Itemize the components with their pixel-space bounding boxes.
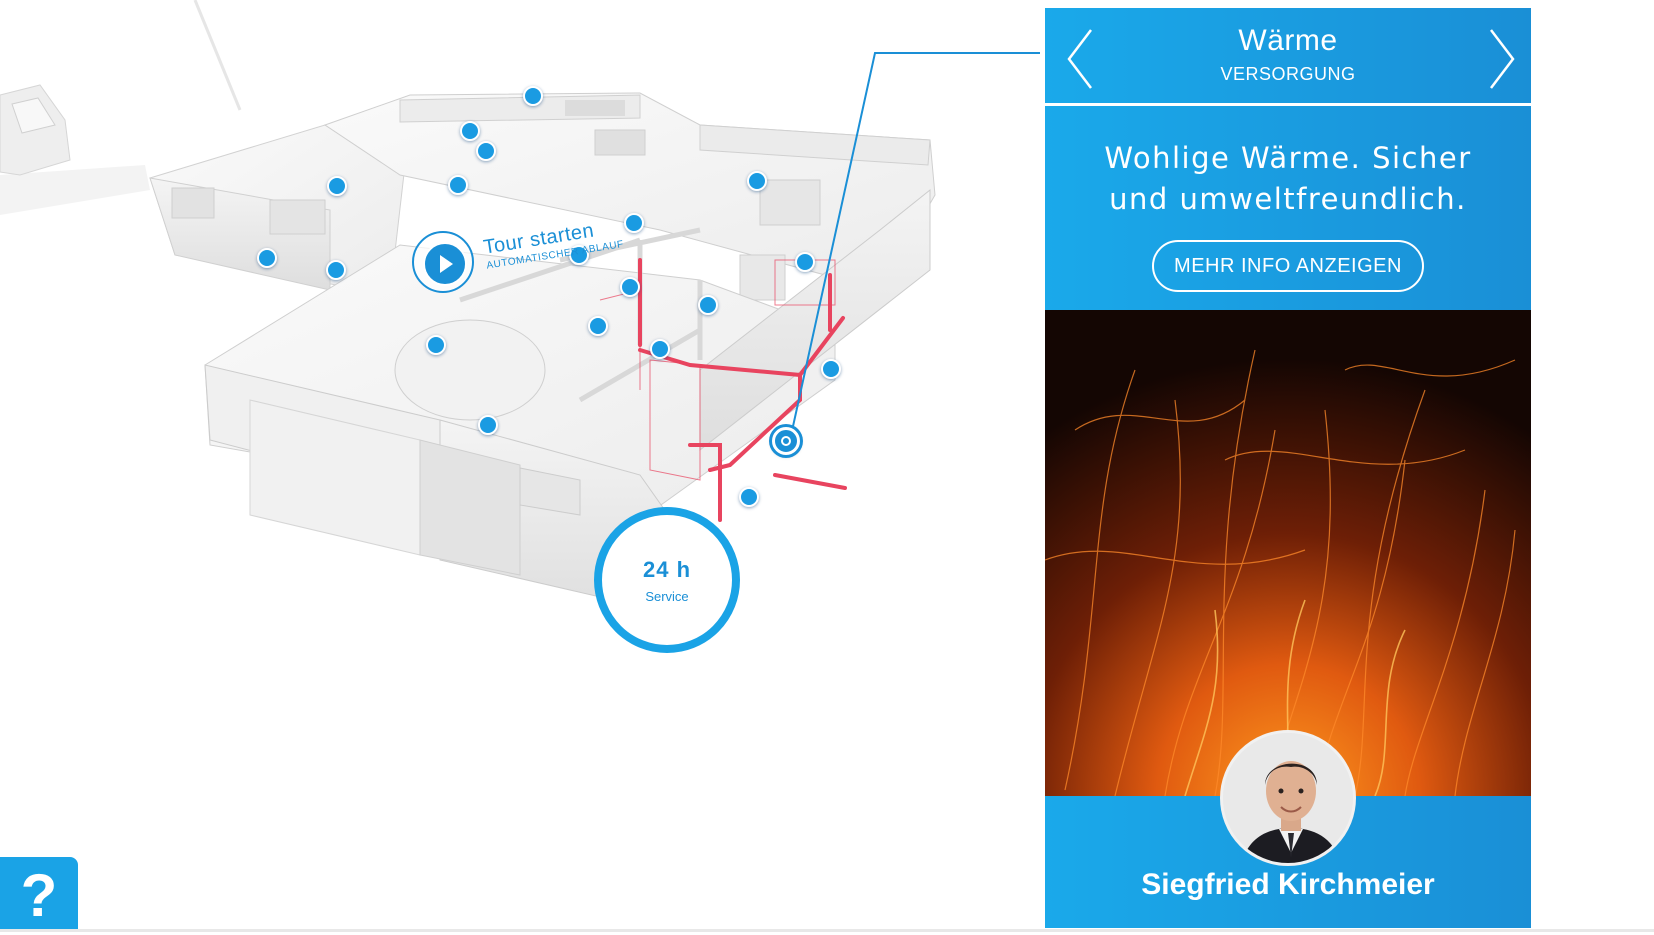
hotspot-icon[interactable] bbox=[426, 335, 446, 355]
help-button[interactable]: ? bbox=[0, 857, 78, 932]
hotspot-icon[interactable] bbox=[478, 415, 498, 435]
play-icon bbox=[440, 255, 453, 273]
contact-name: Siegfried Kirchmeier bbox=[1141, 868, 1435, 901]
question-icon: ? bbox=[20, 862, 58, 929]
hotspot-icon[interactable] bbox=[747, 171, 767, 191]
service-24h-button[interactable]: 24 h Service bbox=[594, 507, 740, 653]
tagline-line-2: und umweltfreundlich. bbox=[1109, 182, 1467, 216]
panel-header: Wärme VERSORGUNG bbox=[1045, 8, 1531, 106]
hotspot-icon[interactable] bbox=[448, 175, 468, 195]
service-label: Service bbox=[645, 589, 689, 604]
hotspot-icon[interactable] bbox=[523, 86, 543, 106]
chevron-left-icon bbox=[1067, 29, 1092, 89]
hotspot-icon[interactable] bbox=[460, 121, 480, 141]
hotspot-active-icon[interactable] bbox=[772, 427, 800, 455]
house-floorplan-illustration bbox=[0, 0, 1040, 621]
prev-button[interactable] bbox=[1061, 26, 1101, 92]
fire-image bbox=[1045, 310, 1531, 796]
tour-start-button[interactable]: Tour starten AUTOMATISCHER ABLAUF bbox=[412, 220, 652, 297]
hotspot-icon[interactable] bbox=[588, 316, 608, 336]
info-panel: Wärme VERSORGUNG Wohlige Wärme. Sicher u… bbox=[1045, 8, 1531, 928]
hotspot-icon[interactable] bbox=[257, 248, 277, 268]
avatar-photo bbox=[1220, 730, 1356, 866]
hotspot-icon[interactable] bbox=[326, 260, 346, 280]
panel-subtitle: VERSORGUNG bbox=[1220, 64, 1356, 84]
hotspot-icon[interactable] bbox=[476, 141, 496, 161]
hotspot-icon[interactable] bbox=[650, 339, 670, 359]
hotspot-icon[interactable] bbox=[821, 359, 841, 379]
tagline-line-1: Wohlige Wärme. Sicher bbox=[1104, 141, 1472, 175]
hotspot-icon[interactable] bbox=[698, 295, 718, 315]
chevron-right-icon bbox=[1490, 29, 1515, 89]
next-button[interactable] bbox=[1481, 26, 1521, 92]
service-hours: 24 h bbox=[642, 557, 692, 582]
panel-body: Wohlige Wärme. Sicher und umweltfreundli… bbox=[1045, 106, 1531, 310]
house-3d-view[interactable]: Tour starten AUTOMATISCHER ABLAUF 24 h S… bbox=[0, 0, 1040, 932]
hotspot-icon[interactable] bbox=[795, 252, 815, 272]
hotspot-icon[interactable] bbox=[327, 176, 347, 196]
play-button[interactable] bbox=[412, 231, 474, 293]
more-info-button[interactable]: MEHR INFO ANZEIGEN bbox=[1152, 240, 1424, 292]
hotspot-icon[interactable] bbox=[739, 487, 759, 507]
tagline: Wohlige Wärme. Sicher und umweltfreundli… bbox=[1045, 138, 1531, 220]
panel-title: Wärme bbox=[1238, 24, 1338, 57]
